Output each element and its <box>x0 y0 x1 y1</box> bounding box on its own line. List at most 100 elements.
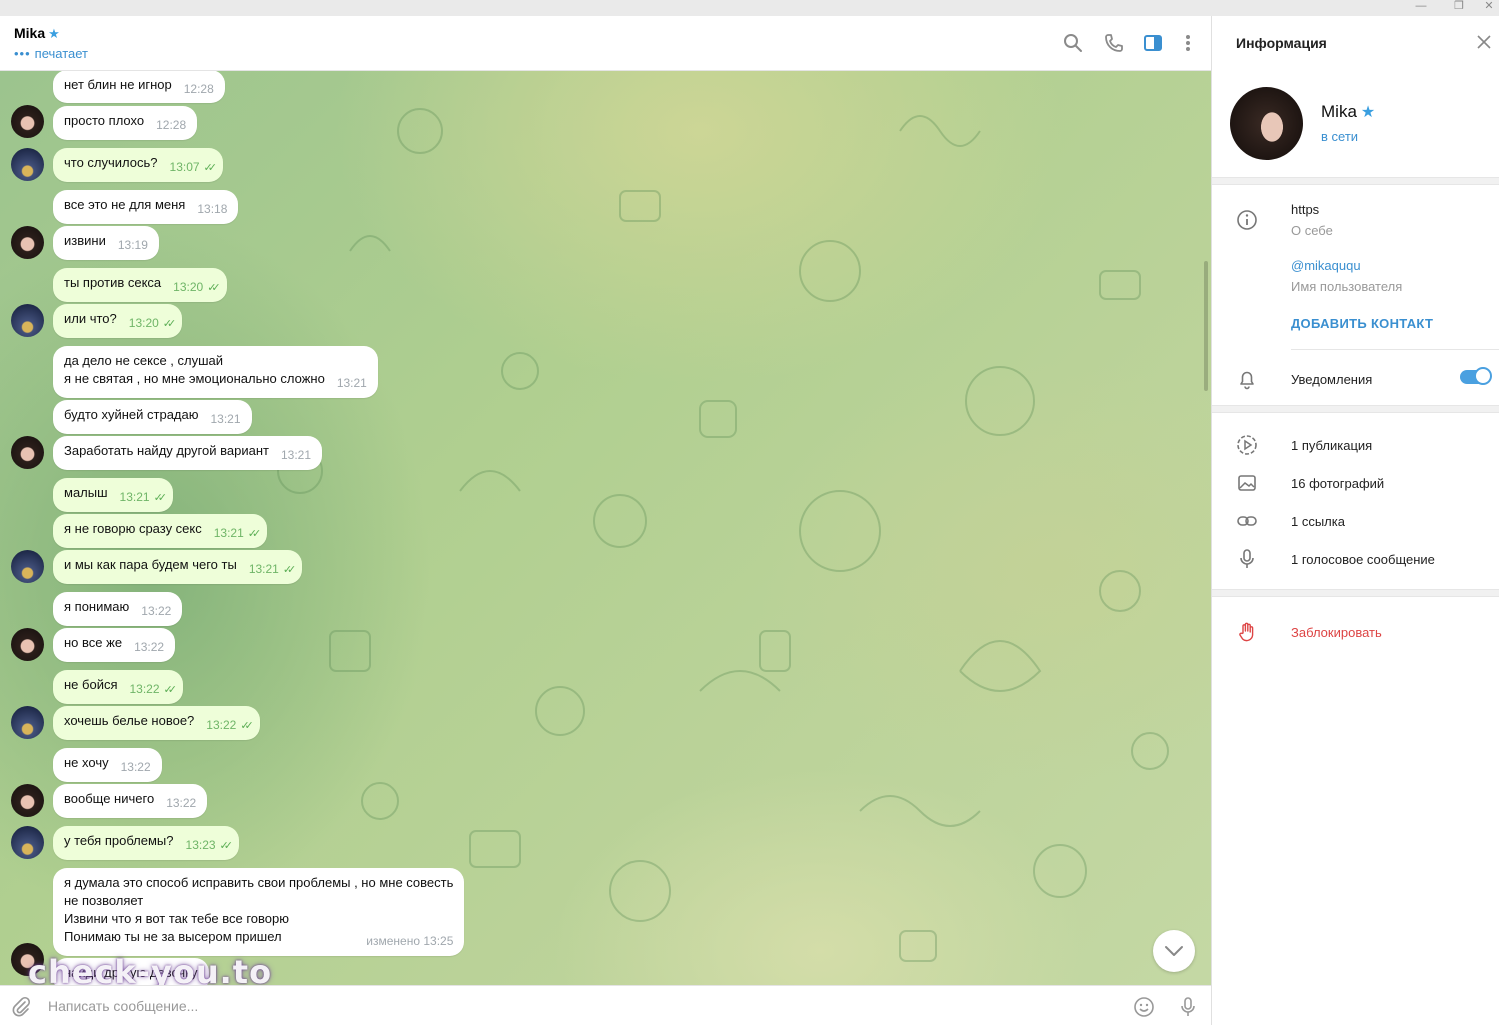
read-checkmarks-icon: ✓✓ <box>219 840 234 852</box>
message-text: малыш <box>64 485 108 500</box>
message-time: 13:23 <box>185 838 216 852</box>
window-titlebar: — ❐ ✕ <box>0 0 1499 16</box>
message-incoming[interactable]: но все же 13:22 <box>53 628 176 662</box>
read-checkmarks-icon: ✓✓ <box>163 684 178 696</box>
message-time: 12:28 <box>183 82 214 96</box>
phone-icon[interactable] <box>1103 32 1125 54</box>
message-outgoing[interactable]: ты против секса 13:20 ✓✓ <box>53 268 227 302</box>
section-separator <box>1212 589 1499 597</box>
message-outgoing[interactable]: я не говорю сразу секс 13:21 ✓✓ <box>53 514 268 548</box>
message-incoming[interactable]: нет блин не игнор 12:28 <box>53 71 225 103</box>
avatar[interactable] <box>11 550 44 583</box>
username-link[interactable]: @mikaququ <box>1291 258 1361 273</box>
info-icon <box>1237 210 1257 230</box>
premium-star-icon: ★ <box>48 26 60 41</box>
message-composer <box>0 985 1211 1025</box>
message-outgoing[interactable]: малыш 13:21 ✓✓ <box>53 478 173 512</box>
chat-name-text: Mika <box>14 25 46 41</box>
avatar[interactable] <box>11 826 44 859</box>
profile-name-text: Mika <box>1321 102 1357 121</box>
message-time: 13:22 <box>120 760 151 774</box>
link-icon <box>1237 516 1257 526</box>
message-text: не бойся <box>64 677 118 692</box>
scroll-down-button[interactable] <box>1153 930 1195 972</box>
message-time: 13:22 <box>166 796 197 810</box>
message-time: 13:18 <box>197 202 228 216</box>
message-time: 13:21 <box>248 562 279 576</box>
message-incoming[interactable]: я думала это способ исправить свои пробл… <box>53 868 465 956</box>
message-outgoing[interactable]: хочешь белье новое? 13:22 ✓✓ <box>53 706 260 740</box>
typing-dots-icon: ••• <box>14 46 31 61</box>
avatar[interactable] <box>11 304 44 337</box>
message-incoming[interactable]: просто плохо 12:28 <box>53 106 198 140</box>
bio-text[interactable]: https <box>1291 202 1319 217</box>
message-input[interactable] <box>48 996 948 1016</box>
message-text: не хочу <box>64 755 109 770</box>
message-incoming[interactable]: будто хуйней страдаю 13:21 <box>53 400 252 434</box>
window-close-icon[interactable]: ✕ <box>1470 0 1499 16</box>
divider <box>1291 349 1499 350</box>
message-outgoing[interactable]: у тебя проблемы? 13:23 ✓✓ <box>53 826 239 860</box>
avatar[interactable] <box>11 784 44 817</box>
message-incoming[interactable]: не хочу 13:22 <box>53 748 162 782</box>
message-text: да дело не сексе , слушай <box>64 353 224 368</box>
attach-icon[interactable] <box>10 996 32 1018</box>
message-outgoing[interactable]: и мы как пара будем чего ты 13:21 ✓✓ <box>53 550 303 584</box>
message-list[interactable]: нет блин не игнор 12:28 просто плохо 12:28… <box>0 71 1211 985</box>
minimize-icon[interactable]: — <box>1402 0 1440 16</box>
emoji-icon[interactable] <box>1133 996 1155 1018</box>
avatar[interactable] <box>11 105 44 138</box>
close-icon[interactable] <box>1476 34 1492 50</box>
avatar[interactable] <box>11 706 44 739</box>
read-checkmarks-icon: ✓✓ <box>203 162 218 174</box>
block-user-button[interactable]: Заблокировать <box>1291 625 1382 640</box>
chat-title[interactable]: Mika ★ <box>14 25 60 42</box>
message-outgoing[interactable]: или что? 13:20 ✓✓ <box>53 304 183 338</box>
media-row-voice[interactable]: 1 голосовое сообщение <box>1291 552 1435 567</box>
media-row-publications[interactable]: 1 публикация <box>1291 438 1372 453</box>
message-time: 13:20 <box>128 316 159 330</box>
read-checkmarks-icon: ✓✓ <box>240 720 254 732</box>
search-icon[interactable] <box>1062 32 1084 54</box>
section-separator <box>1212 405 1499 413</box>
notifications-toggle[interactable] <box>1460 367 1492 385</box>
message-time: 13:21 <box>210 412 241 426</box>
message-time: 13:20 <box>173 280 204 294</box>
notifications-label: Уведомления <box>1291 372 1373 387</box>
info-panel: Информация Mika ★ в сети https О себе @mi… <box>1212 16 1499 1025</box>
avatar[interactable] <box>11 148 44 181</box>
message-incoming[interactable]: да дело не сексе , слушай я не святая , н… <box>53 346 378 398</box>
scrollbar[interactable] <box>1204 261 1208 391</box>
message-text: все это не для меня <box>64 197 186 212</box>
chat-header: Mika ★ ••• печатает <box>0 16 1211 71</box>
message-incoming[interactable]: извини 13:19 <box>53 226 159 260</box>
message-text: но все же <box>64 635 123 650</box>
message-outgoing[interactable]: что случилось? 13:07 ✓✓ <box>53 148 223 182</box>
block-hand-icon <box>1239 622 1254 642</box>
avatar[interactable] <box>11 226 44 259</box>
more-options-icon[interactable] <box>1177 32 1199 54</box>
message-incoming[interactable]: все это не для меня 13:18 <box>53 190 239 224</box>
media-row-photos[interactable]: 16 фотографий <box>1291 476 1384 491</box>
add-contact-button[interactable]: ДОБАВИТЬ КОНТАКТ <box>1291 316 1433 331</box>
message-outgoing[interactable]: не бойся 13:22 ✓✓ <box>53 670 183 704</box>
media-row-links[interactable]: 1 ссылка <box>1291 514 1345 529</box>
chevron-down-icon <box>1165 946 1183 956</box>
avatar[interactable] <box>11 628 44 661</box>
message-text: ты против секса <box>64 275 162 290</box>
message-time: 13:22 <box>141 604 172 618</box>
sidebar-toggle-icon[interactable] <box>1142 32 1164 54</box>
message-incoming[interactable]: вообще ничего 13:22 <box>53 784 208 818</box>
microphone-icon[interactable] <box>1177 996 1199 1018</box>
read-checkmarks-icon: ✓✓ <box>162 318 177 330</box>
message-text: хочешь белье новое? <box>64 713 195 728</box>
message-text: вообще ничего <box>64 791 155 806</box>
message-incoming[interactable]: Заработать найду другой вариант 13:21 <box>53 436 322 470</box>
avatar[interactable] <box>11 436 44 469</box>
message-incoming[interactable]: я понимаю 13:22 <box>53 592 183 626</box>
chat-status: ••• печатает <box>14 46 88 61</box>
message-time: 13:22 <box>129 682 160 696</box>
story-icon <box>1237 435 1257 455</box>
section-separator <box>1212 177 1499 185</box>
profile-avatar[interactable] <box>1230 87 1303 160</box>
